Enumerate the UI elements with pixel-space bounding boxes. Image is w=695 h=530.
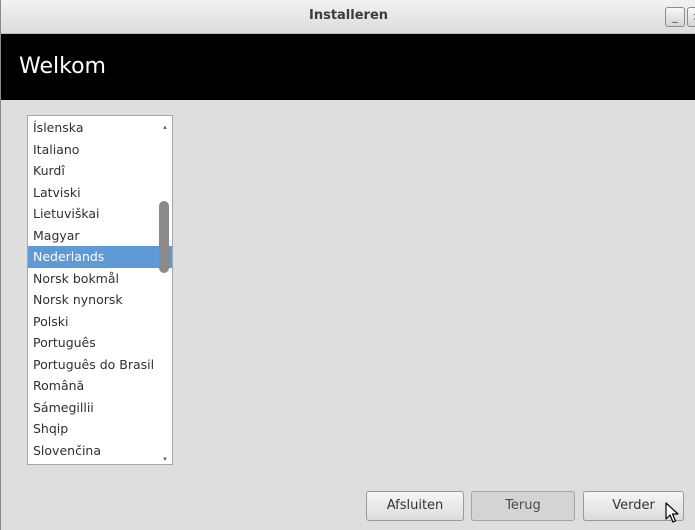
language-item[interactable]: Íslenska bbox=[28, 117, 172, 139]
language-item[interactable]: Shqip bbox=[28, 418, 172, 440]
language-item[interactable]: Norsk bokmål bbox=[28, 268, 172, 290]
language-list[interactable]: Íslenska Italiano Kurdî Latviski Lietuviškai… bbox=[27, 115, 173, 465]
language-list-items: Íslenska Italiano Kurdî Latviski Lietuviškai… bbox=[28, 116, 172, 464]
scroll-up-icon[interactable]: ▴ bbox=[162, 124, 168, 131]
language-item[interactable]: Magyar bbox=[28, 225, 172, 247]
language-item[interactable]: Polski bbox=[28, 311, 172, 333]
language-item[interactable]: Latviski bbox=[28, 182, 172, 204]
language-item[interactable]: Slovenčina bbox=[28, 440, 172, 462]
language-item[interactable]: Sámegillii bbox=[28, 397, 172, 419]
language-item[interactable]: Italiano bbox=[28, 139, 172, 161]
window-title: Installeren bbox=[308, 8, 389, 23]
language-item[interactable]: Norsk nynorsk bbox=[28, 289, 172, 311]
close-button[interactable]: × bbox=[687, 7, 695, 27]
title-bar[interactable]: Installeren _ × bbox=[1, 0, 695, 34]
language-item[interactable]: Kurdî bbox=[28, 160, 172, 182]
page-header: Welkom bbox=[1, 34, 695, 100]
language-item[interactable]: Lietuviškai bbox=[28, 203, 172, 225]
scrollbar-thumb[interactable] bbox=[159, 201, 169, 273]
language-item[interactable]: Nederlands bbox=[28, 246, 172, 268]
language-item[interactable]: Română bbox=[28, 375, 172, 397]
quit-button[interactable]: Afsluiten bbox=[366, 491, 464, 521]
installer-window: Installeren _ × Welkom ÍslenskaItalianoK… bbox=[0, 0, 695, 530]
page-title: Welkom bbox=[19, 54, 106, 79]
language-item[interactable]: Slovenščina bbox=[28, 461, 172, 464]
scroll-down-icon[interactable]: ▾ bbox=[162, 456, 168, 463]
mouse-cursor-icon bbox=[665, 502, 679, 523]
language-item[interactable]: Português do Brasil bbox=[28, 354, 172, 376]
language-item[interactable]: Português bbox=[28, 332, 172, 354]
back-button[interactable]: Terug bbox=[471, 491, 575, 521]
minimize-button[interactable]: _ bbox=[665, 7, 685, 27]
